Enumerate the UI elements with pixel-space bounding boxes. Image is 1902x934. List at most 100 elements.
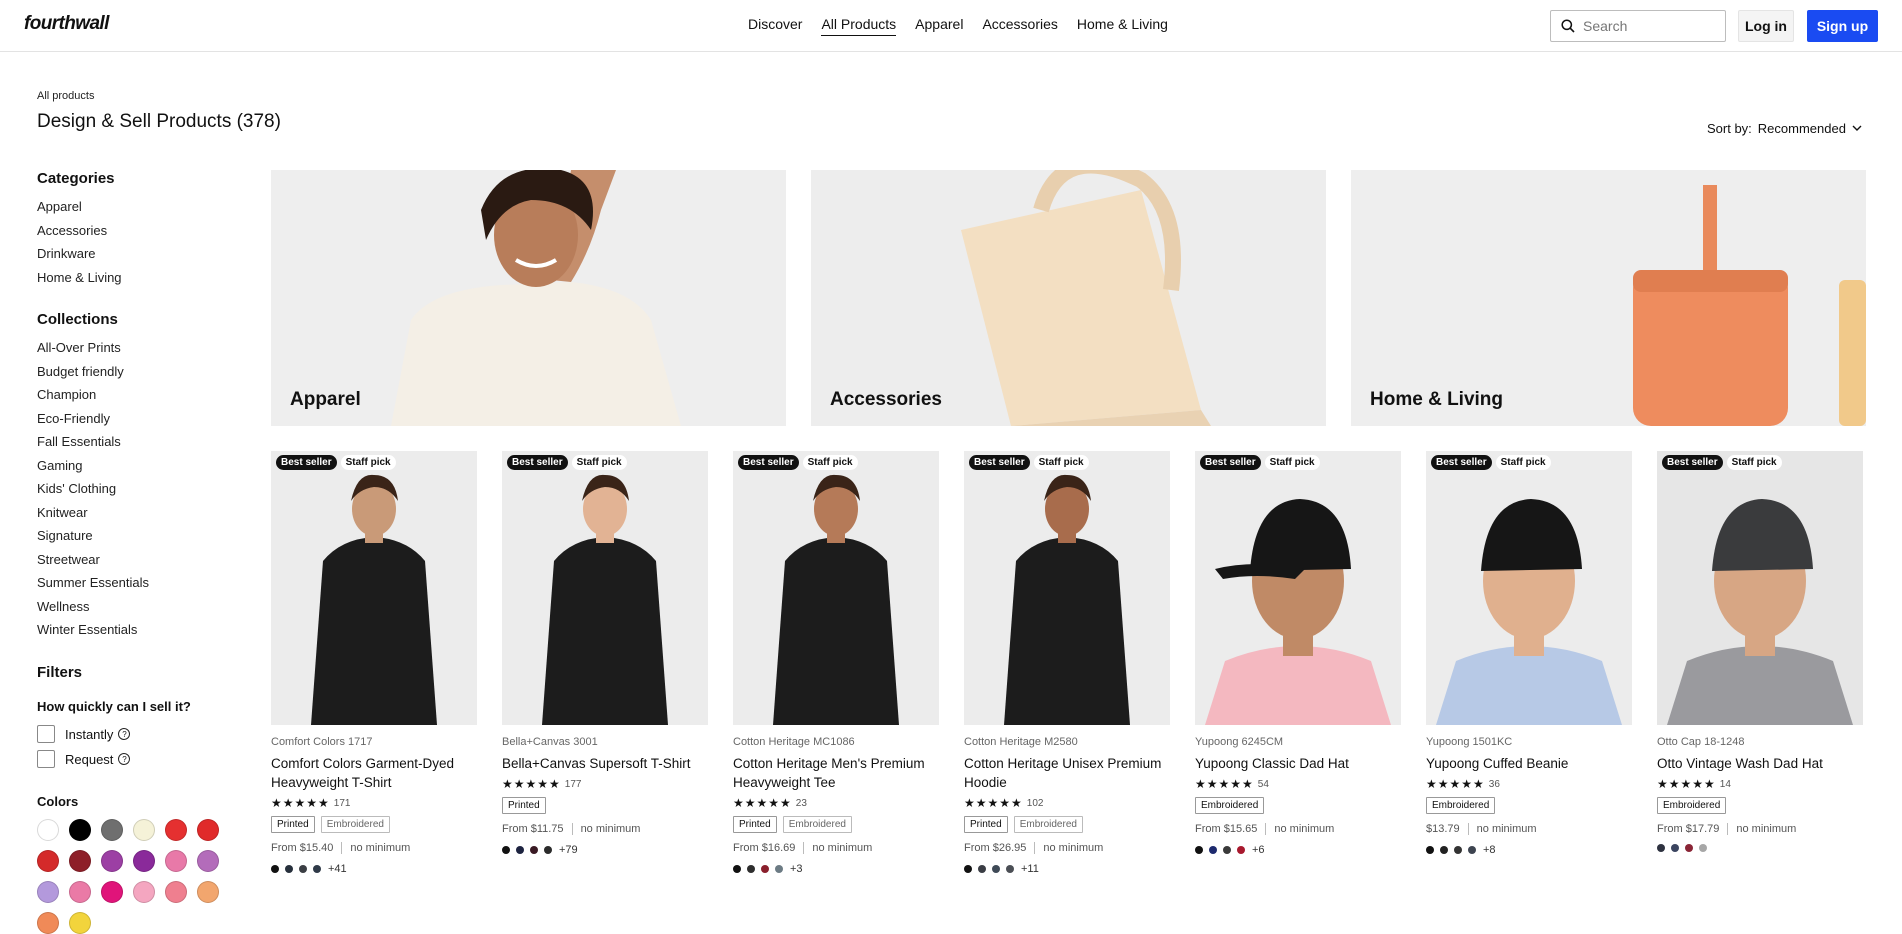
color-dot	[1699, 844, 1707, 852]
search-icon	[1561, 19, 1575, 33]
product-card[interactable]: Best seller Staff pick Bella+Canvas 3001 Be…	[502, 451, 708, 856]
banner-apparel[interactable]: Apparel	[271, 170, 786, 426]
color-swatch[interactable]	[101, 818, 123, 841]
staff-pick-badge: Staff pick	[1264, 455, 1320, 470]
best-seller-badge: Best seller	[1431, 455, 1492, 470]
product-image[interactable]: Best seller Staff pick	[1195, 451, 1401, 725]
product-card[interactable]: Best seller Staff pick Otto Cap 18-1248 Ott…	[1657, 451, 1863, 852]
collection-link[interactable]: Gaming	[37, 454, 237, 478]
product-image[interactable]: Best seller Staff pick	[1426, 451, 1632, 725]
color-swatch[interactable]	[37, 818, 59, 841]
color-dot	[313, 865, 321, 873]
logo[interactable]: fourthwall	[24, 13, 109, 35]
product-tags: Embroidered	[1195, 797, 1401, 814]
product-name[interactable]: Otto Vintage Wash Dad Hat	[1657, 754, 1863, 773]
search-box[interactable]	[1550, 10, 1726, 42]
breadcrumb[interactable]: All products	[37, 90, 94, 102]
info-icon[interactable]: ?	[118, 728, 131, 740]
color-swatch[interactable]	[197, 818, 219, 841]
signup-button[interactable]: Sign up	[1807, 10, 1878, 42]
color-swatch[interactable]	[133, 849, 155, 872]
product-image[interactable]: Best seller Staff pick	[1657, 451, 1863, 725]
request-checkbox[interactable]	[37, 750, 55, 768]
info-icon[interactable]: ?	[118, 753, 131, 765]
color-swatch[interactable]	[69, 911, 91, 934]
product-name[interactable]: Yupoong Classic Dad Hat	[1195, 754, 1401, 773]
color-swatch[interactable]	[133, 880, 155, 903]
color-dot	[992, 865, 1000, 873]
print-method-tag: Embroidered	[320, 816, 390, 833]
color-swatch[interactable]	[101, 849, 123, 872]
product-card[interactable]: Best seller Staff pick Cotton Heritage MC1…	[733, 451, 939, 875]
color-dot	[285, 865, 293, 873]
nav-all-products[interactable]: All Products	[821, 16, 897, 36]
banner-home-living[interactable]: Home & Living	[1351, 170, 1866, 426]
filters-heading: Filters	[37, 663, 83, 681]
nav-home-living[interactable]: Home & Living	[1077, 16, 1168, 36]
product-name[interactable]: Yupoong Cuffed Beanie	[1426, 754, 1632, 773]
collection-link[interactable]: Signature	[37, 524, 237, 548]
color-swatch[interactable]	[37, 911, 59, 934]
color-swatch[interactable]	[69, 880, 91, 903]
print-method-tag: Embroidered	[1013, 816, 1083, 833]
collection-link[interactable]: Knitwear	[37, 501, 237, 525]
product-image[interactable]: Best seller Staff pick	[502, 451, 708, 725]
color-swatch[interactable]	[133, 818, 155, 841]
collection-link[interactable]: Wellness	[37, 595, 237, 619]
collection-link[interactable]: Fall Essentials	[37, 430, 237, 454]
nav-discover[interactable]: Discover	[748, 16, 802, 36]
product-card[interactable]: Best seller Staff pick Yupoong 1501KC Yupoo…	[1426, 451, 1632, 856]
product-card[interactable]: Best seller Staff pick Yupoong 6245CM Yupoo…	[1195, 451, 1401, 856]
color-dot	[775, 865, 783, 873]
collection-link[interactable]: Champion	[37, 383, 237, 407]
sort-dropdown[interactable]: Sort by: Recommended	[1707, 121, 1862, 136]
product-name[interactable]: Bella+Canvas Supersoft T-Shirt	[502, 754, 708, 773]
category-home-living[interactable]: Home & Living	[37, 266, 237, 290]
collection-link[interactable]: Eco-Friendly	[37, 407, 237, 431]
color-swatch[interactable]	[101, 880, 123, 903]
category-accessories[interactable]: Accessories	[37, 219, 237, 243]
search-input[interactable]	[1583, 18, 1713, 34]
collection-link[interactable]: Summer Essentials	[37, 571, 237, 595]
product-image[interactable]: Best seller Staff pick	[271, 451, 477, 725]
product-image[interactable]: Best seller Staff pick	[964, 451, 1170, 725]
best-seller-badge: Best seller	[1662, 455, 1723, 470]
collection-link[interactable]: Streetwear	[37, 548, 237, 572]
collection-link[interactable]: Winter Essentials	[37, 618, 237, 642]
product-card[interactable]: Best seller Staff pick Cotton Heritage M25…	[964, 451, 1170, 875]
nav-apparel[interactable]: Apparel	[915, 16, 963, 36]
product-image[interactable]: Best seller Staff pick	[733, 451, 939, 725]
best-seller-badge: Best seller	[738, 455, 799, 470]
category-drinkware[interactable]: Drinkware	[37, 242, 237, 266]
product-name[interactable]: Comfort Colors Garment-Dyed Heavyweight …	[271, 754, 477, 792]
filter-request[interactable]: Request ?	[37, 747, 237, 772]
color-swatch[interactable]	[165, 818, 187, 841]
color-swatch[interactable]	[197, 880, 219, 903]
color-swatch[interactable]	[37, 880, 59, 903]
minimum-order: no minimum	[350, 842, 411, 854]
color-swatch[interactable]	[69, 849, 91, 872]
product-colors: +11	[964, 863, 1170, 875]
filter-instantly[interactable]: Instantly ?	[37, 722, 237, 747]
color-swatch[interactable]	[165, 849, 187, 872]
collection-link[interactable]: All-Over Prints	[37, 336, 237, 360]
collection-link[interactable]: Kids' Clothing	[37, 477, 237, 501]
staff-pick-badge: Staff pick	[571, 455, 627, 470]
color-swatch[interactable]	[197, 849, 219, 872]
color-dot	[299, 865, 307, 873]
color-dot	[747, 865, 755, 873]
product-card[interactable]: Best seller Staff pick Comfort Colors 1717…	[271, 451, 477, 875]
nav-accessories[interactable]: Accessories	[982, 16, 1057, 36]
product-name[interactable]: Cotton Heritage Men's Premium Heavyweigh…	[733, 754, 939, 792]
collection-link[interactable]: Budget friendly	[37, 360, 237, 384]
login-button[interactable]: Log in	[1738, 10, 1794, 42]
color-swatch[interactable]	[69, 818, 91, 841]
instantly-checkbox[interactable]	[37, 725, 55, 743]
category-apparel[interactable]: Apparel	[37, 195, 237, 219]
product-name[interactable]: Cotton Heritage Unisex Premium Hoodie	[964, 754, 1170, 792]
banner-accessories[interactable]: Accessories	[811, 170, 1326, 426]
color-swatch[interactable]	[165, 880, 187, 903]
minimum-order: no minimum	[812, 842, 873, 854]
staff-pick-badge: Staff pick	[1726, 455, 1782, 470]
color-swatch[interactable]	[37, 849, 59, 872]
